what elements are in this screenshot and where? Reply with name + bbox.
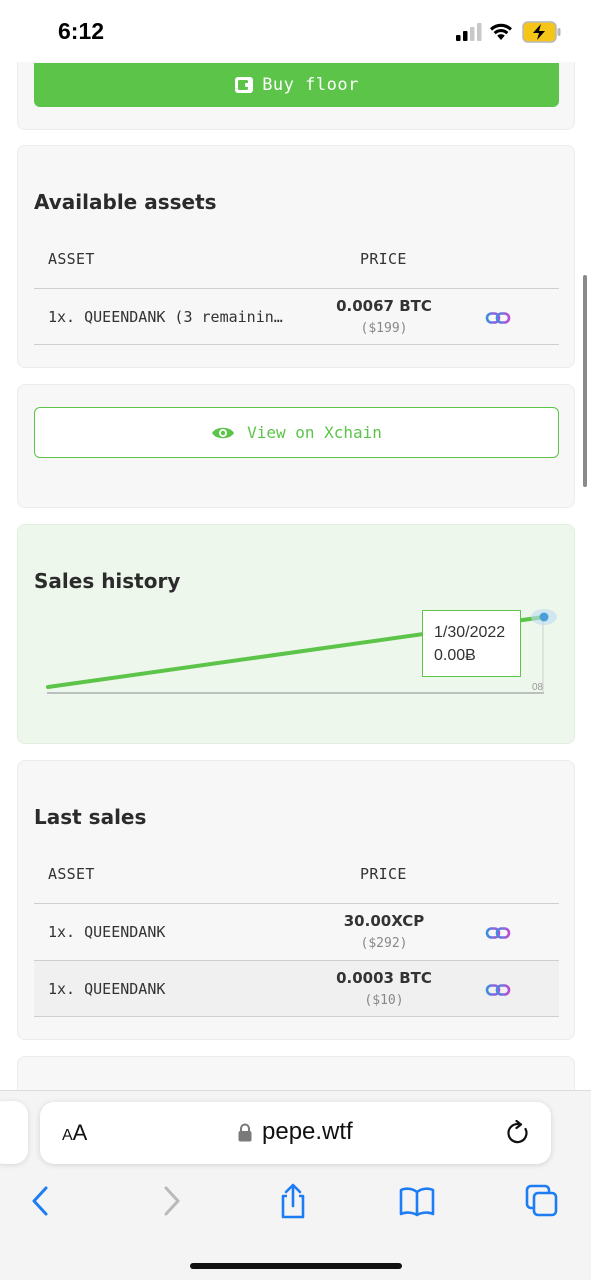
asset-name: 1x. QUEENDANK [48,923,166,941]
table-row[interactable]: 1x. QUEENDANK 0.0003 BTC ($10) [34,960,559,1017]
text-size-large-a: A [72,1120,88,1145]
asset-name: 1x. QUEENDANK [48,980,166,998]
column-asset: ASSET [48,865,95,883]
previous-tab-edge[interactable] [0,1101,28,1164]
available-assets-title: Available assets [34,190,217,214]
last-sales-table: ASSET PRICE 1x. QUEENDANK 30.00XCP ($292… [34,853,559,1017]
battery-charging-icon [522,21,561,43]
link-icon[interactable] [485,982,511,998]
reload-icon[interactable] [506,1120,530,1146]
text-size-small-a: A [62,1127,73,1144]
sales-history-card: Sales history 08 1/30/2022 0.00Ƀ [17,524,575,744]
link-icon[interactable] [485,925,511,941]
text-size-button[interactable]: AA [62,1120,87,1146]
price-usd: ($292) [360,936,408,951]
browser-toolbar: AA pepe.wtf [0,1090,591,1280]
asset-name: 1x. QUEENDANK (3 remainin… [48,308,283,326]
table-row[interactable]: 1x. QUEENDANK 30.00XCP ($292) [34,903,559,960]
address-bar[interactable]: AA pepe.wtf [40,1102,551,1164]
available-assets-table: ASSET PRICE 1x. QUEENDANK (3 remainin… 0… [34,238,559,345]
cellular-signal-icon [456,23,482,41]
tabs-icon[interactable] [524,1183,560,1219]
eye-icon [212,427,235,438]
price-usd: ($199) [360,321,408,336]
sale-price: 30.00XCP [343,912,425,930]
available-assets-card: Available assets ASSET PRICE 1x. QUEENDA… [17,145,575,368]
lock-icon [238,1123,252,1142]
table-header: ASSET PRICE [34,853,559,903]
data-point[interactable] [539,612,549,622]
scroll-indicator[interactable] [583,275,587,487]
price-btc: 0.0067 BTC [336,297,432,315]
table-row[interactable]: 1x. QUEENDANK (3 remainin… 0.0067 BTC ($… [34,288,559,345]
next-card [17,1056,575,1092]
wifi-icon [490,23,512,40]
status-bar: 6:12 [0,0,591,62]
bookmarks-icon[interactable] [399,1183,435,1219]
last-sales-title: Last sales [34,805,147,829]
back-icon[interactable] [24,1183,60,1219]
sale-price: 0.0003 BTC [336,969,432,987]
xchain-card: View on Xchain [17,384,575,508]
url-text: pepe.wtf [262,1118,353,1145]
link-icon[interactable] [485,310,511,326]
share-icon[interactable] [275,1183,311,1219]
last-sales-card: Last sales ASSET PRICE 1x. QUEENDANK 30.… [17,760,575,1040]
tooltip-date: 1/30/2022 [434,624,506,641]
view-on-xchain-button[interactable]: View on Xchain [34,407,559,458]
forward-icon[interactable] [152,1183,188,1219]
buy-card: Buy floor [17,62,575,130]
chart-tooltip: 1/30/2022 0.00Ƀ [422,610,521,677]
wallet-icon [235,77,254,93]
price-usd: ($10) [364,993,404,1008]
buy-floor-label: Buy floor [262,75,359,95]
column-price: PRICE [360,865,407,883]
table-header: ASSET PRICE [34,238,559,288]
column-asset: ASSET [48,250,95,268]
x-tick-label: 08 [532,682,544,693]
home-indicator [190,1263,402,1269]
status-time: 6:12 [58,18,105,44]
page-content[interactable]: Buy floor Available assets ASSET PRICE 1… [0,62,591,1092]
buy-floor-button[interactable]: Buy floor [34,63,559,107]
column-price: PRICE [360,250,407,268]
tooltip-value: 0.00Ƀ [434,647,476,664]
view-on-xchain-label: View on Xchain [247,423,382,442]
